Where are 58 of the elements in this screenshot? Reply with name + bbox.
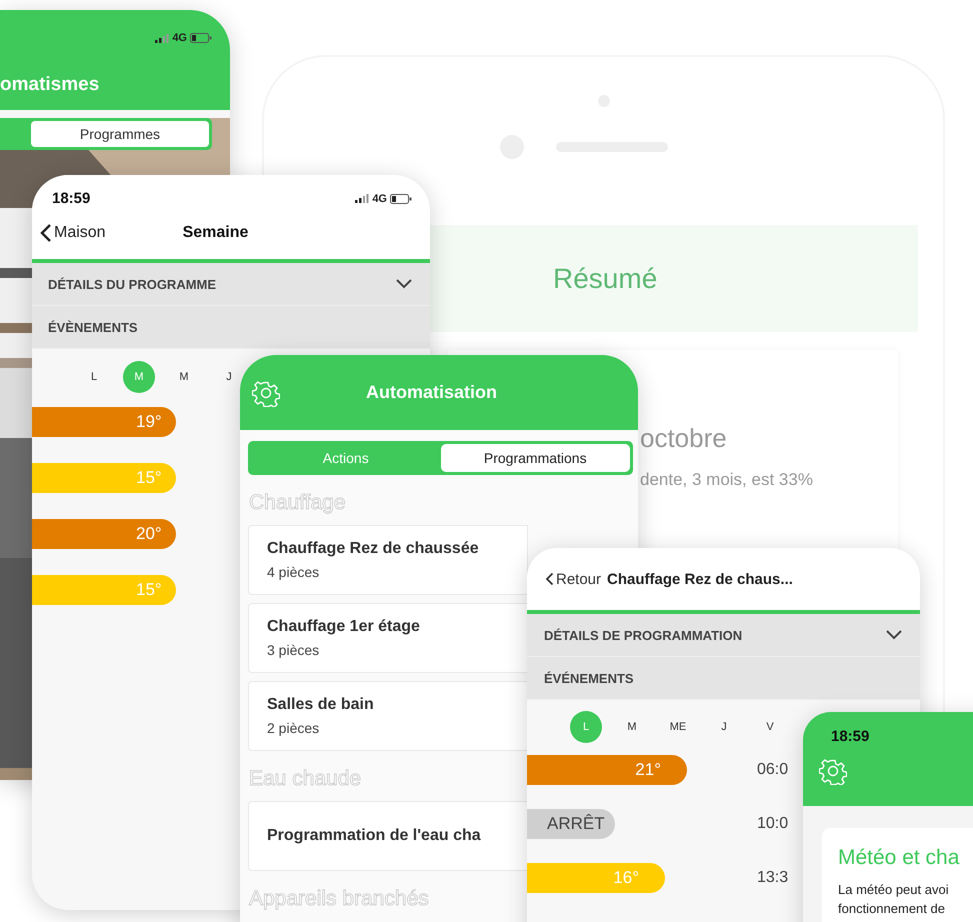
item-title: Programmation de l'eau cha <box>267 827 481 845</box>
list-item[interactable]: Salles de bain 2 pièces <box>248 681 528 751</box>
card-text: fonctionnement de <box>838 901 946 916</box>
day-selector[interactable]: J <box>213 361 245 393</box>
item-subtitle: 2 pièces <box>267 720 320 736</box>
day-selector[interactable]: J <box>708 711 740 743</box>
item-title: Salles de bain <box>267 696 374 714</box>
summary-title: Résumé <box>553 262 658 294</box>
clock-time: 18:59 <box>831 728 870 745</box>
item-title: Chauffage Rez de chaussée <box>267 540 479 558</box>
summary-text: dente, 3 mois, est 33% <box>640 470 814 490</box>
item-title: Chauffage 1er étage <box>267 618 420 636</box>
section-label: DÉTAILS DU PROGRAMME <box>48 276 216 292</box>
chevron-down-icon[interactable] <box>396 279 412 289</box>
section-label: ÉVÈNEMENTS <box>48 320 138 334</box>
chevron-down-icon[interactable] <box>886 630 902 640</box>
day-selector[interactable]: M <box>168 361 200 393</box>
battery-icon <box>390 194 412 204</box>
day-selector[interactable]: M <box>616 711 648 743</box>
day-selector[interactable]: ME <box>662 711 694 743</box>
section-header[interactable]: DÉTAILS DE PROGRAMMATION <box>527 614 920 657</box>
clock-time: 18:59 <box>52 190 90 207</box>
screen-title: Semaine <box>182 224 248 242</box>
event-time: 06:0 <box>757 761 788 779</box>
network-label: 4G <box>372 192 387 204</box>
back-link[interactable]: Retour <box>545 570 602 588</box>
section-label: ÉVÉNEMENTS <box>544 670 634 686</box>
battery-icon <box>190 33 212 43</box>
signal-icon <box>155 34 170 42</box>
section-label: DÉTAILS DE PROGRAMMATION <box>544 628 742 642</box>
list-item[interactable]: Chauffage 1er étage 3 pièces <box>248 603 528 673</box>
network-label: 4G <box>172 32 187 44</box>
section-header[interactable]: DÉTAILS DU PROGRAMME <box>32 263 430 306</box>
back-link[interactable]: Maison <box>40 223 106 243</box>
item-subtitle: 3 pièces <box>267 642 320 658</box>
item-subtitle: 4 pièces <box>267 564 320 580</box>
screen-title: Chauffage Rez de chaus... <box>607 570 793 588</box>
signal-icon <box>355 194 370 203</box>
day-selector[interactable]: V <box>754 711 786 743</box>
month-label: octobre <box>640 423 728 454</box>
tab[interactable]: Programmations <box>440 444 630 472</box>
chevron-left-icon <box>545 572 554 586</box>
day-selector[interactable]: L <box>78 361 110 393</box>
chevron-left-icon <box>40 223 52 243</box>
tab[interactable]: Programmes <box>31 121 209 147</box>
card-title: Météo et cha <box>838 846 960 870</box>
list-item[interactable]: Programmation de l'eau cha <box>248 801 528 871</box>
event-bar[interactable]: ARRÊT <box>527 809 615 839</box>
screen-title: Automatisation <box>366 382 498 403</box>
back-label: Maison <box>54 224 106 242</box>
list-item[interactable]: Chauffage Rez de chaussée 4 pièces <box>248 525 528 595</box>
card-text: La météo peut avoi <box>838 882 950 897</box>
section-header[interactable]: ÉVÈNEMENTS <box>32 306 430 349</box>
screen-title: omatismes <box>0 74 100 96</box>
back-label: Retour <box>556 570 602 588</box>
section-header[interactable]: ÉVÉNEMENTS <box>527 657 920 700</box>
event-time: 13:3 <box>757 869 788 887</box>
event-time: 10:0 <box>757 815 788 833</box>
